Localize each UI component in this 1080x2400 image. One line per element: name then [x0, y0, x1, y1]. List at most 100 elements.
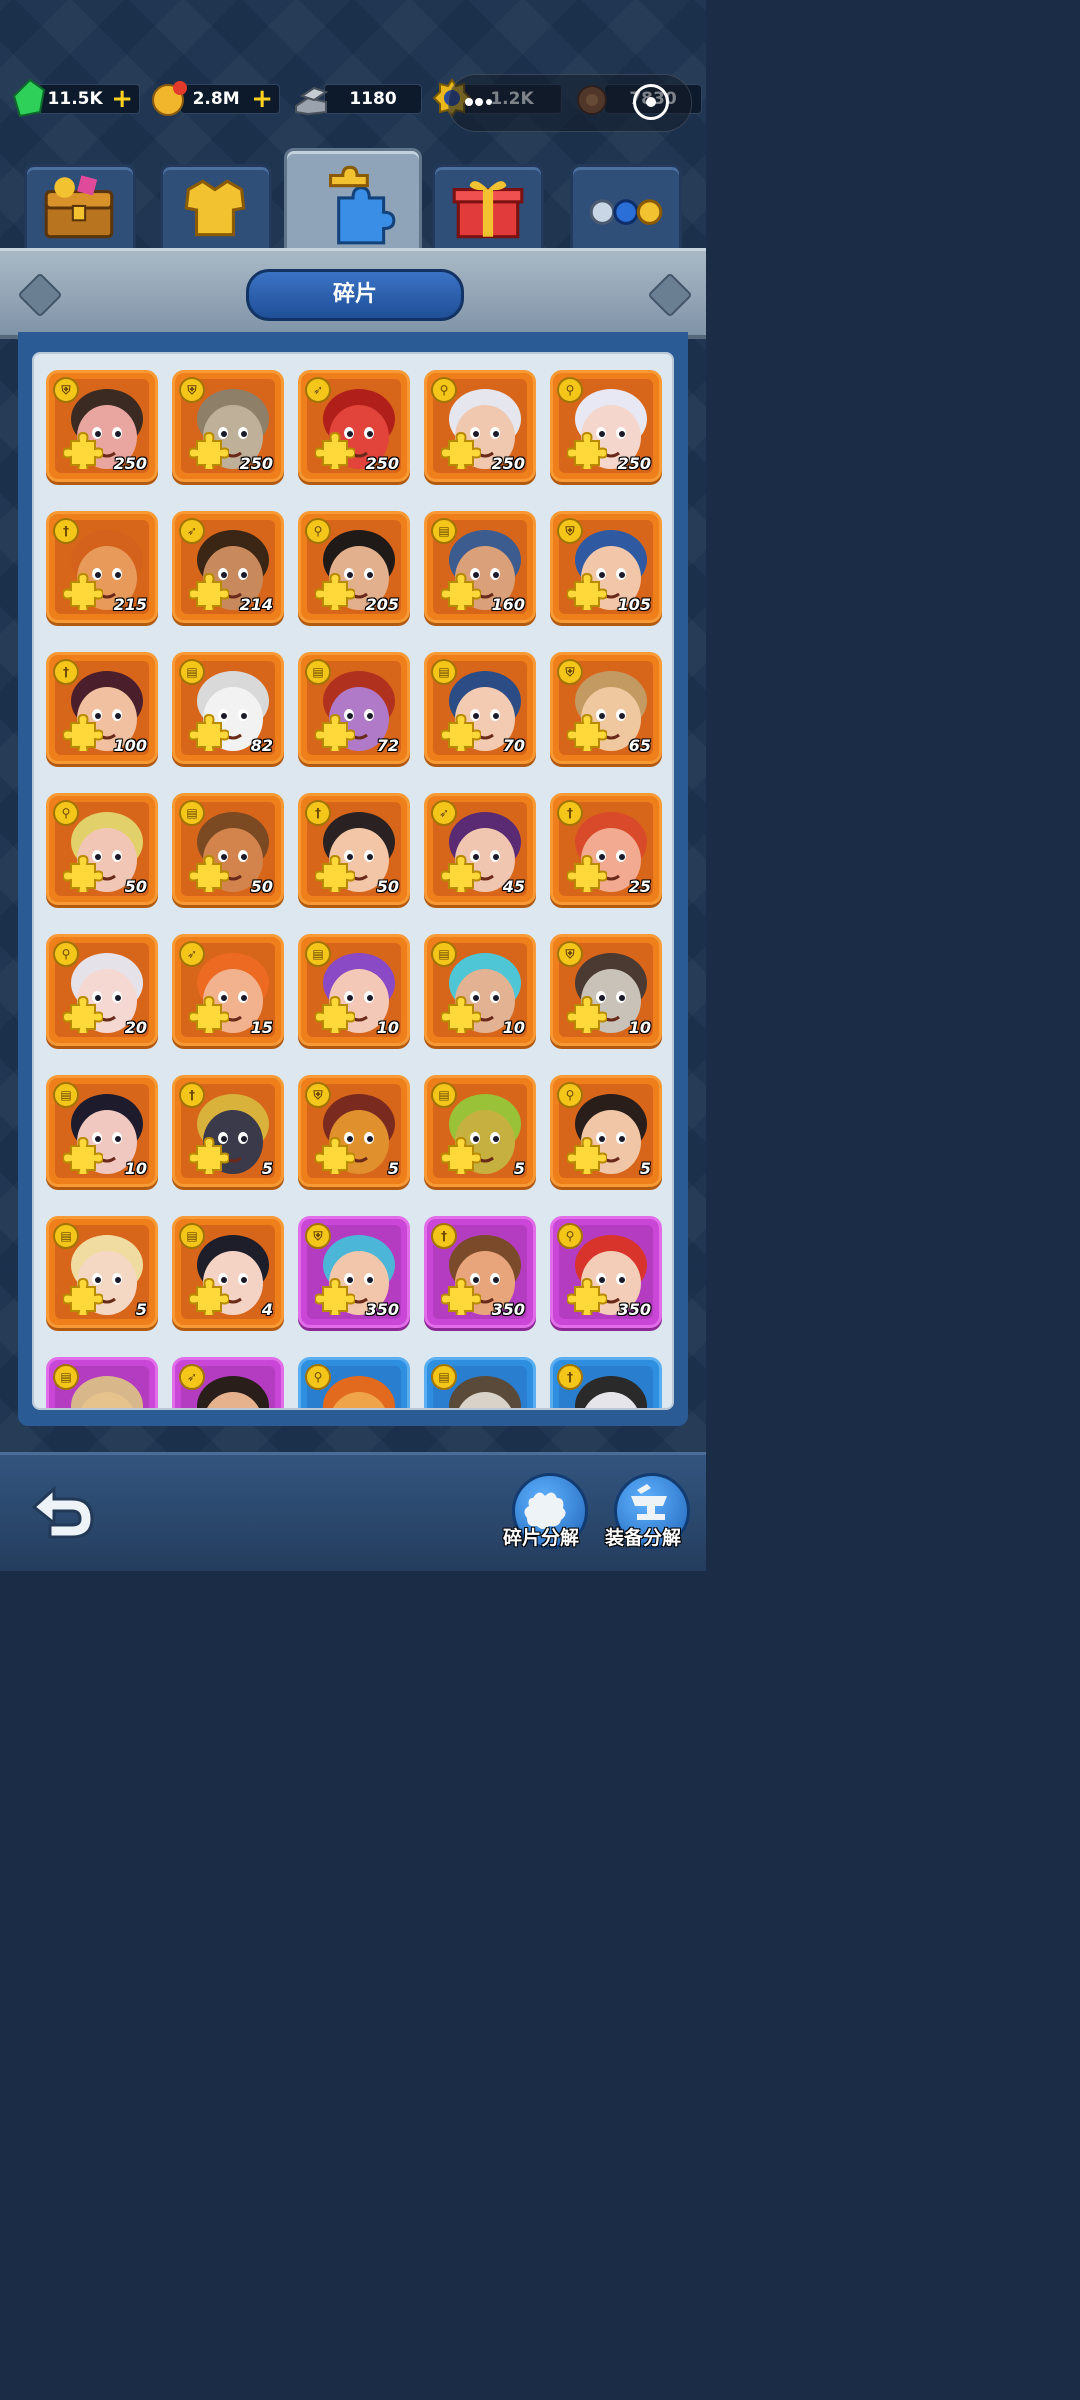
- hero-fragment-card[interactable]: ▤ 4: [172, 1216, 284, 1328]
- puzzle-piece-icon: [189, 572, 229, 610]
- book-class-icon: ▤: [53, 1223, 79, 1249]
- fragments-tab[interactable]: [284, 148, 422, 252]
- gems-add-button[interactable]: +: [111, 86, 133, 112]
- fragment-count: 100: [113, 736, 147, 755]
- fragment-count: 5: [261, 1159, 273, 1178]
- fragment-count: 10: [376, 1018, 399, 1037]
- hero-fragment-card[interactable]: † 215: [46, 511, 158, 623]
- fragment-count: 20: [124, 1018, 147, 1037]
- gold-counter[interactable]: 2.8M +: [180, 84, 280, 114]
- sword-class-icon: †: [557, 800, 583, 826]
- hero-fragment-card[interactable]: ▤: [424, 1357, 536, 1408]
- hero-fragment-card[interactable]: ⚲ 250: [550, 370, 662, 482]
- hero-fragment-card[interactable]: ▤: [46, 1357, 158, 1408]
- hero-fragment-card[interactable]: † 100: [46, 652, 158, 764]
- hero-fragment-card[interactable]: ▤ 10: [46, 1075, 158, 1187]
- fragment-count: 25: [628, 877, 651, 896]
- bow-class-icon: ➶: [179, 941, 205, 967]
- hero-fragment-card[interactable]: ⚲ 50: [46, 793, 158, 905]
- hero-fragment-card[interactable]: ▤ 72: [298, 652, 410, 764]
- hero-fragment-card[interactable]: ⛨ 10: [550, 934, 662, 1046]
- hero-fragment-card[interactable]: ⚲ 20: [46, 934, 158, 1046]
- staff-class-icon: ⚲: [53, 800, 79, 826]
- book-class-icon: ▤: [179, 659, 205, 685]
- close-mini-program-button[interactable]: [633, 84, 669, 120]
- hero-fragment-card[interactable]: ▤ 82: [172, 652, 284, 764]
- gift-tab[interactable]: [432, 164, 544, 252]
- hero-fragment-card[interactable]: ➶: [172, 1357, 284, 1408]
- puzzle-piece-icon: [63, 431, 103, 469]
- fragment-count: 45: [502, 877, 525, 896]
- sword-class-icon: †: [53, 518, 79, 544]
- chest-tab[interactable]: [24, 164, 136, 252]
- puzzle-piece-icon: [567, 713, 607, 751]
- hero-fragment-card[interactable]: ➶ 214: [172, 511, 284, 623]
- hero-fragment-card[interactable]: ▤ 10: [298, 934, 410, 1046]
- hero-fragment-card[interactable]: ▤ 160: [424, 511, 536, 623]
- puzzle-piece-icon: [189, 431, 229, 469]
- fragment-count: 10: [628, 1018, 651, 1037]
- hero-fragment-card[interactable]: ⚲: [298, 1357, 410, 1408]
- iron-icon: [295, 86, 329, 116]
- hero-fragment-card[interactable]: † 50: [298, 793, 410, 905]
- hero-fragment-card[interactable]: † 5: [172, 1075, 284, 1187]
- bow-class-icon: ➶: [179, 1364, 205, 1390]
- hero-fragment-card[interactable]: ⚲ 205: [298, 511, 410, 623]
- hero-fragment-card[interactable]: † 25: [550, 793, 662, 905]
- hero-fragment-card[interactable]: ⚲ 350: [550, 1216, 662, 1328]
- hero-fragment-card[interactable]: ➶ 250: [298, 370, 410, 482]
- hero-fragment-card[interactable]: †: [550, 1357, 662, 1408]
- back-button[interactable]: [26, 1483, 100, 1543]
- hero-fragment-card[interactable]: ▤ 50: [172, 793, 284, 905]
- iron-value: 1180: [349, 89, 397, 109]
- hero-fragment-card[interactable]: ⚲ 250: [424, 370, 536, 482]
- book-class-icon: ▤: [305, 659, 331, 685]
- sword-class-icon: †: [53, 659, 79, 685]
- puzzle-piece-icon: [63, 995, 103, 1033]
- hero-fragment-card[interactable]: ➶ 45: [424, 793, 536, 905]
- hero-fragment-card[interactable]: ⛨ 5: [298, 1075, 410, 1187]
- hero-fragment-card[interactable]: ▤ 70: [424, 652, 536, 764]
- puzzle-piece-icon: [189, 995, 229, 1033]
- fragment-grid: ⛨ 250 ⛨ 250 ➶ 250 ⚲ 250 ⚲ 250 † 215 ➶ 214 ⚲ 205 ▤ 160 ⛨ 105…: [32, 352, 674, 1410]
- gold-value: 2.8M: [192, 89, 240, 109]
- gold-add-button[interactable]: +: [251, 86, 273, 112]
- hero-fragment-card[interactable]: ⛨ 350: [298, 1216, 410, 1328]
- hero-fragment-card[interactable]: ▤ 10: [424, 934, 536, 1046]
- book-class-icon: ▤: [431, 1364, 457, 1390]
- hero-fragment-card[interactable]: ⚲ 5: [550, 1075, 662, 1187]
- shield-class-icon: ⛨: [557, 518, 583, 544]
- hero-fragment-card[interactable]: † 350: [424, 1216, 536, 1328]
- puzzle-piece-icon: [189, 713, 229, 751]
- fragment-count: 250: [491, 454, 525, 473]
- hero-fragment-card[interactable]: ➶ 15: [172, 934, 284, 1046]
- puzzle-piece-icon: [189, 1136, 229, 1174]
- fragment-count: 50: [376, 877, 399, 896]
- staff-class-icon: ⚲: [557, 377, 583, 403]
- gems-counter[interactable]: 11.5K +: [38, 84, 140, 114]
- armor-icon: [184, 179, 246, 237]
- puzzle-piece-icon: [315, 431, 355, 469]
- close-target-icon: [646, 97, 656, 107]
- system-capsule: [448, 74, 692, 132]
- salvage-equipment-label: 装备分解: [605, 1527, 682, 1549]
- puzzle-piece-icon: [441, 1277, 481, 1315]
- fragment-count: 250: [365, 454, 399, 473]
- puzzle-piece-icon: [441, 1136, 481, 1174]
- puzzle-piece-icon: [441, 995, 481, 1033]
- equipment-tab[interactable]: [160, 164, 272, 252]
- puzzle-piece-icon: [315, 995, 355, 1033]
- bow-class-icon: ➶: [431, 800, 457, 826]
- hero-fragment-card[interactable]: ⛨ 250: [172, 370, 284, 482]
- tokens-tab[interactable]: [570, 164, 682, 252]
- more-options-button[interactable]: [459, 84, 495, 120]
- hero-fragment-card[interactable]: ⛨ 250: [46, 370, 158, 482]
- hero-fragment-card[interactable]: ⛨ 105: [550, 511, 662, 623]
- hero-fragment-card[interactable]: ▤ 5: [424, 1075, 536, 1187]
- puzzle-piece-icon: [441, 854, 481, 892]
- hero-fragment-card[interactable]: ▤ 5: [46, 1216, 158, 1328]
- iron-counter: 1180: [324, 84, 422, 114]
- puzzle-piece-icon: [567, 1277, 607, 1315]
- fragment-count: 82: [250, 736, 273, 755]
- hero-fragment-card[interactable]: ⛨ 65: [550, 652, 662, 764]
